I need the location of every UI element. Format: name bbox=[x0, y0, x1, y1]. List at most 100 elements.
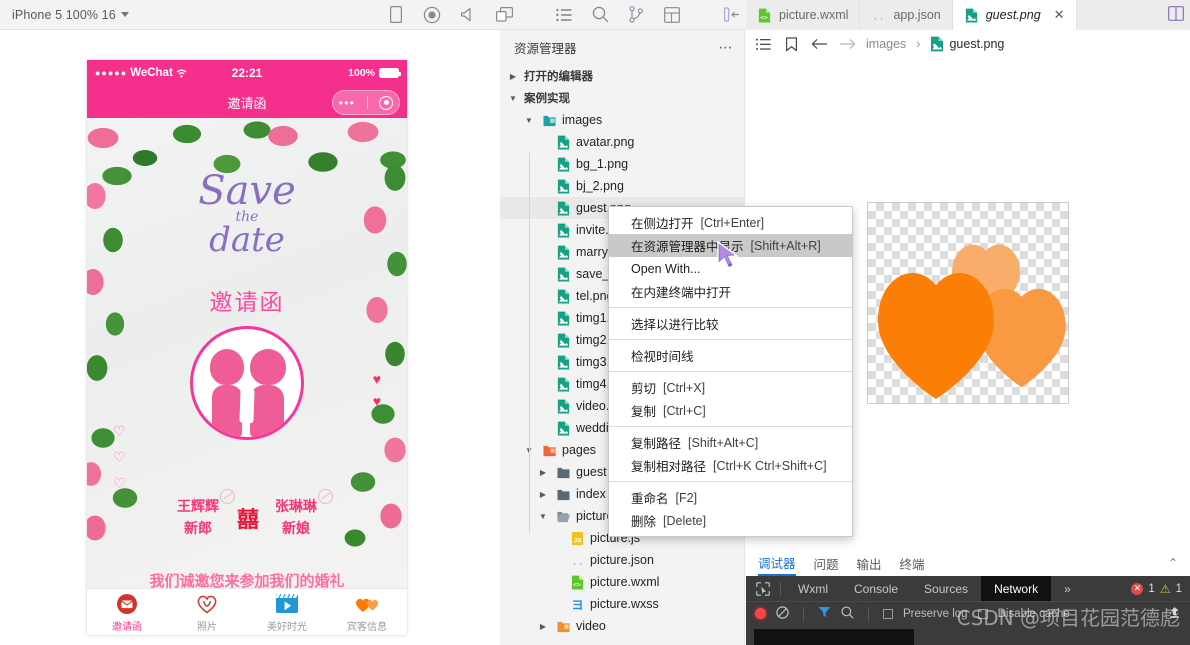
tree-item[interactable]: avatar.png bbox=[500, 131, 744, 153]
capsule-menu-icon[interactable]: ••• bbox=[339, 97, 355, 109]
folder-pages-icon bbox=[541, 442, 557, 458]
chevron-right-icon[interactable]: ▶ bbox=[536, 619, 550, 633]
png-icon bbox=[555, 398, 571, 414]
editor-tab[interactable]: guest.png ✕ bbox=[952, 0, 1077, 30]
editor-tab[interactable]: <> picture.wxml bbox=[746, 0, 861, 30]
wechat-capsule[interactable]: ••• bbox=[332, 90, 400, 115]
tab-invitation[interactable]: 邀请函 bbox=[87, 589, 167, 635]
context-menu-item[interactable]: 剪切 [Ctrl+X] bbox=[609, 376, 852, 399]
tree-item[interactable]: {..} picture.json bbox=[500, 549, 744, 571]
json-icon: {..} bbox=[871, 8, 886, 23]
collapse-sidebar-icon[interactable] bbox=[714, 0, 750, 30]
close-icon[interactable]: ✕ bbox=[1054, 7, 1065, 23]
chevron-right-icon[interactable]: ▶ bbox=[536, 487, 550, 501]
png-icon bbox=[555, 156, 571, 172]
app-root: iPhone 5 100% 16 ●●●●● WeChat 22:21 100%… bbox=[0, 0, 1190, 645]
git-branch-icon[interactable] bbox=[618, 0, 654, 30]
devtools-tab[interactable]: Wxml bbox=[785, 576, 841, 601]
folder-open-icon bbox=[555, 508, 571, 524]
context-menu-item[interactable]: 重命名 [F2] bbox=[609, 486, 852, 509]
filter-icon[interactable] bbox=[818, 606, 831, 621]
outline-list-icon[interactable] bbox=[754, 35, 772, 53]
chevron-down-icon[interactable]: ▼ bbox=[536, 509, 550, 523]
device-selector[interactable]: iPhone 5 100% 16 bbox=[0, 8, 129, 22]
network-content-strip bbox=[746, 625, 1190, 645]
context-menu-item[interactable]: Open With... bbox=[609, 257, 852, 280]
bookmark-icon[interactable] bbox=[782, 35, 800, 53]
tab-guests[interactable]: 宾客信息 bbox=[327, 589, 407, 635]
png-icon bbox=[555, 200, 571, 216]
breadcrumb-folder[interactable]: images bbox=[866, 37, 906, 51]
bride-name-block: 张琳琳 新娘 bbox=[275, 489, 333, 539]
phone-preview-icon[interactable] bbox=[378, 0, 414, 30]
devtools-tab[interactable]: Network bbox=[981, 576, 1052, 601]
tab-photos[interactable]: 照片 bbox=[167, 589, 247, 635]
inspect-element-icon[interactable] bbox=[750, 576, 776, 601]
forward-arrow-icon[interactable] bbox=[838, 35, 856, 53]
tree-item[interactable]: ▶ video bbox=[500, 615, 744, 637]
tree-item[interactable]: bg_1.png bbox=[500, 153, 744, 175]
record-icon[interactable] bbox=[414, 0, 450, 30]
panel-tab[interactable]: 终端 bbox=[900, 550, 925, 576]
layout-icon[interactable] bbox=[654, 0, 690, 30]
menu-separator bbox=[609, 426, 852, 427]
context-menu-item[interactable]: 在内建终端中打开 bbox=[609, 280, 852, 303]
context-menu-item[interactable]: 在侧边打开 [Ctrl+Enter] bbox=[609, 211, 852, 234]
bride-head bbox=[250, 349, 286, 385]
devtools-tab[interactable]: » bbox=[1051, 576, 1084, 601]
context-menu-item[interactable]: 删除 [Delete] bbox=[609, 509, 852, 532]
context-menu-item[interactable]: 选择以进行比较 bbox=[609, 312, 852, 335]
devtools: Wxml Console Sources Network» ✕ 1 ⚠ 1 Preserve … bbox=[746, 576, 1190, 645]
network-search-icon[interactable] bbox=[841, 605, 854, 622]
menu-item-shortcut: [F2] bbox=[675, 490, 698, 505]
png-icon bbox=[555, 222, 571, 238]
tree-item[interactable]: ヨ picture.wxss bbox=[500, 593, 744, 615]
error-icon: ✕ bbox=[1131, 582, 1144, 595]
tree-item[interactable]: ▼ images bbox=[500, 109, 744, 131]
split-editor-icon[interactable] bbox=[1168, 6, 1184, 24]
clear-network-icon[interactable] bbox=[776, 605, 789, 622]
chevron-down-icon[interactable]: ▼ bbox=[522, 113, 536, 127]
tree-item[interactable]: <> picture.wxml bbox=[500, 571, 744, 593]
detach-window-icon[interactable] bbox=[486, 0, 522, 30]
capsule-close-icon[interactable] bbox=[379, 95, 394, 110]
context-menu-item[interactable]: 检视时间线 bbox=[609, 344, 852, 367]
svg-text:<>: <> bbox=[760, 13, 768, 21]
devtools-badges[interactable]: ✕ 1 ⚠ 1 bbox=[1131, 582, 1190, 596]
explorer-more-icon[interactable]: ⋯ bbox=[719, 39, 735, 56]
context-menu-item[interactable]: 复制相对路径 [Ctrl+K Ctrl+Shift+C] bbox=[609, 454, 852, 477]
png-icon bbox=[555, 266, 571, 282]
panel-tab[interactable]: 输出 bbox=[857, 550, 882, 576]
section-project[interactable]: ▼ 案例实现 bbox=[500, 87, 744, 109]
back-arrow-icon[interactable] bbox=[810, 35, 828, 53]
editor-tab[interactable]: {..} app.json bbox=[860, 0, 953, 30]
context-menu-item[interactable]: 在资源管理器中显示 [Shift+Alt+R] bbox=[609, 234, 852, 257]
svg-text:{..}: {..} bbox=[871, 10, 886, 22]
svg-text:JS: JS bbox=[573, 537, 582, 544]
list-icon[interactable] bbox=[546, 0, 582, 30]
search-icon[interactable] bbox=[582, 0, 618, 30]
tree-item[interactable]: bj_2.png bbox=[500, 175, 744, 197]
record-network-icon[interactable] bbox=[755, 608, 766, 619]
panel-tab[interactable]: 问题 bbox=[814, 550, 839, 576]
panel-tab[interactable]: 调试器 bbox=[758, 550, 796, 576]
tab-video[interactable]: 美好时光 bbox=[247, 589, 327, 635]
editor-tab-label: picture.wxml bbox=[779, 8, 849, 22]
upload-icon[interactable] bbox=[1168, 606, 1181, 622]
sound-icon[interactable] bbox=[450, 0, 486, 30]
panel-collapse-icon[interactable]: ⌃ bbox=[1168, 556, 1178, 570]
disable-cache-checkbox[interactable] bbox=[977, 608, 988, 619]
chevron-right-icon[interactable]: ▶ bbox=[536, 465, 550, 479]
section-open-editors[interactable]: ▶ 打开的编辑器 bbox=[500, 65, 744, 87]
invite-line: 我们诚邀您来参加我们的婚礼 bbox=[149, 573, 345, 588]
preserve-log-checkbox[interactable] bbox=[883, 608, 893, 619]
context-menu-item[interactable]: 复制路径 [Shift+Alt+C] bbox=[609, 431, 852, 454]
devtools-tab[interactable]: Sources bbox=[911, 576, 981, 601]
devtools-tab[interactable]: Console bbox=[841, 576, 911, 601]
context-menu-item[interactable]: 复制 [Ctrl+C] bbox=[609, 399, 852, 422]
breadcrumb-file[interactable]: guest.png bbox=[930, 36, 1004, 52]
